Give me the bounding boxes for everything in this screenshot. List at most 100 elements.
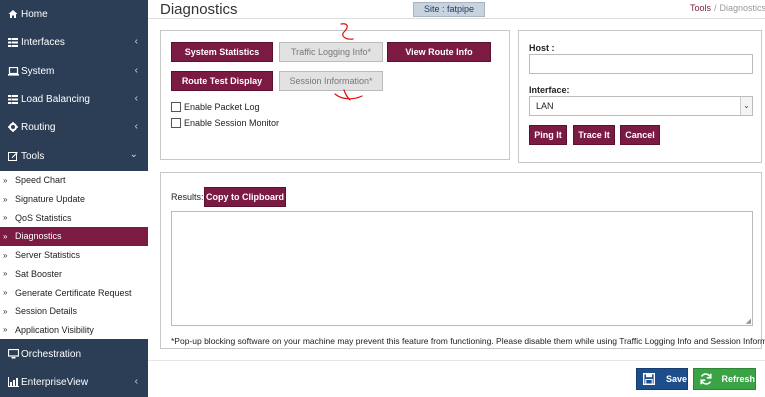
- cancel-button[interactable]: Cancel: [620, 125, 660, 145]
- submenu-item-label: Application Visibility: [15, 324, 94, 335]
- sidebar-item-home[interactable]: Home: [0, 0, 148, 28]
- sidebar-item-orchestration[interactable]: Orchestration: [0, 340, 148, 368]
- sidebar-item-routing[interactable]: Routing ‹: [0, 113, 148, 141]
- grid-icon: [5, 94, 21, 104]
- sidebar-item-label: Orchestration: [21, 348, 82, 360]
- laptop-icon: [5, 66, 21, 76]
- sidebar-item-label: Home: [21, 8, 48, 20]
- edit-icon: [5, 151, 21, 161]
- submenu-item-diagnostics[interactable]: » Diagnostics: [0, 227, 148, 246]
- submenu-item-label: Session Details: [15, 306, 78, 317]
- submenu-item-session-details[interactable]: » Session Details: [0, 302, 148, 321]
- system-statistics-button[interactable]: System Statistics: [171, 42, 273, 62]
- gear-icon: [5, 122, 21, 132]
- ping-trace-panel: Host : Interface: LAN ⌄ Ping It Trace It…: [518, 30, 762, 163]
- trace-button[interactable]: Trace It: [573, 125, 615, 145]
- refresh-label: Refresh: [721, 374, 755, 384]
- sidebar-item-system[interactable]: System ‹: [0, 57, 148, 85]
- chevron-right-icon: »: [3, 194, 8, 204]
- submenu-item-qos-statistics[interactable]: » QoS Statistics: [0, 208, 148, 227]
- tools-submenu: » Speed Chart » Signature Update » QoS Stat…: [0, 171, 148, 339]
- breadcrumb-separator: /: [714, 3, 717, 13]
- breadcrumb-current: Diagnostics: [719, 3, 765, 13]
- submenu-item-label: Server Statistics: [15, 250, 81, 261]
- sidebar: Home Interfaces ‹ System ‹ Load Balancin…: [0, 0, 148, 397]
- sidebar-item-label: Load Balancing: [21, 93, 90, 105]
- submenu-item-speed-chart[interactable]: » Speed Chart: [0, 171, 148, 190]
- sidebar-item-tools[interactable]: Tools ⌄: [0, 142, 148, 170]
- submenu-item-application-visibility[interactable]: » Application Visibility: [0, 321, 148, 340]
- enable-packet-log-row[interactable]: Enable Packet Log: [171, 102, 260, 112]
- interface-select[interactable]: LAN ⌄: [529, 96, 753, 116]
- monitor-icon: [5, 349, 21, 359]
- enable-session-monitor-checkbox[interactable]: [171, 118, 181, 128]
- site-badge: Site : fatpipe: [413, 2, 485, 17]
- enable-packet-log-label: Enable Packet Log: [184, 102, 260, 112]
- chevron-down-icon: ⌄: [740, 97, 752, 115]
- copy-to-clipboard-button[interactable]: Copy to Clipboard: [204, 187, 286, 207]
- results-panel: Results: Copy to Clipboard ◢ *Pop-up blo…: [160, 172, 765, 349]
- chevron-right-icon: »: [3, 288, 8, 298]
- submenu-item-signature-update[interactable]: » Signature Update: [0, 190, 148, 209]
- enable-packet-log-checkbox[interactable]: [171, 102, 181, 112]
- chevron-right-icon: »: [3, 306, 8, 316]
- chevron-right-icon: »: [3, 175, 8, 185]
- ping-button[interactable]: Ping It: [529, 125, 567, 145]
- submenu-item-server-statistics[interactable]: » Server Statistics: [0, 246, 148, 265]
- header-divider: [148, 18, 765, 19]
- submenu-item-label: Sat Booster: [15, 268, 63, 279]
- view-route-info-button[interactable]: View Route Info: [387, 42, 491, 62]
- results-textarea[interactable]: ◢: [171, 211, 753, 326]
- chevron-right-icon: »: [3, 250, 8, 260]
- sidebar-item-interfaces[interactable]: Interfaces ‹: [0, 28, 148, 56]
- chevron-right-icon: »: [3, 231, 8, 241]
- refresh-icon: [698, 370, 713, 388]
- chevron-left-icon: ‹: [134, 36, 138, 47]
- refresh-button[interactable]: Refresh: [693, 368, 756, 390]
- save-label: Save: [665, 374, 687, 384]
- chevron-left-icon: ‹: [134, 65, 138, 76]
- chevron-left-icon: ‹: [134, 93, 138, 104]
- save-button[interactable]: Save: [636, 368, 688, 390]
- host-input[interactable]: [529, 54, 753, 74]
- chevron-left-icon: ‹: [134, 376, 138, 387]
- route-test-display-button[interactable]: Route Test Display: [171, 71, 273, 91]
- interface-label: Interface:: [529, 85, 570, 95]
- chevron-left-icon: ‹: [134, 121, 138, 132]
- submenu-item-label: Generate Certificate Request: [15, 287, 132, 298]
- breadcrumb-parent-link[interactable]: Tools: [690, 3, 711, 13]
- traffic-logging-info-button[interactable]: Traffic Logging Info*: [279, 42, 383, 62]
- sidebar-item-label: EnterpriseView: [21, 376, 89, 388]
- host-label: Host :: [529, 43, 555, 53]
- submenu-item-label: Diagnostics: [15, 231, 62, 242]
- sidebar-item-label: Tools: [21, 150, 45, 162]
- session-information-button[interactable]: Session Information*: [279, 71, 383, 91]
- enable-session-monitor-label: Enable Session Monitor: [184, 118, 280, 128]
- enable-session-monitor-row[interactable]: Enable Session Monitor: [171, 118, 279, 128]
- popup-blocking-note: *Pop-up blocking software on your machin…: [171, 336, 765, 346]
- chevron-down-icon: ⌄: [129, 149, 138, 160]
- chevron-right-icon: »: [3, 213, 8, 223]
- chart-icon: [5, 377, 21, 387]
- sidebar-item-label: Interfaces: [21, 36, 65, 48]
- submenu-item-sat-booster[interactable]: » Sat Booster: [0, 265, 148, 284]
- grid-icon: [5, 37, 21, 47]
- chevron-right-icon: »: [3, 325, 8, 335]
- footer-divider: [148, 360, 765, 361]
- chevron-right-icon: »: [3, 269, 8, 279]
- submenu-item-label: Signature Update: [15, 194, 86, 205]
- sidebar-item-label: System: [21, 65, 55, 77]
- diagnostic-tools-panel: System Statistics Traffic Logging Info* …: [160, 30, 510, 160]
- interface-selected-value: LAN: [536, 101, 554, 111]
- home-icon: [5, 9, 21, 19]
- submenu-item-generate-certificate-request[interactable]: » Generate Certificate Request: [0, 283, 148, 302]
- breadcrumb: Tools / Diagnostics: [690, 3, 765, 13]
- resize-grip-icon[interactable]: ◢: [746, 317, 751, 325]
- save-icon: [641, 370, 658, 388]
- sidebar-item-enterpriseview[interactable]: EnterpriseView ‹: [0, 368, 148, 396]
- sidebar-item-load-balancing[interactable]: Load Balancing ‹: [0, 85, 148, 113]
- submenu-item-label: QoS Statistics: [15, 212, 72, 223]
- page-title: Diagnostics: [160, 1, 238, 18]
- results-label: Results:: [171, 192, 204, 202]
- sidebar-item-label: Routing: [21, 121, 56, 133]
